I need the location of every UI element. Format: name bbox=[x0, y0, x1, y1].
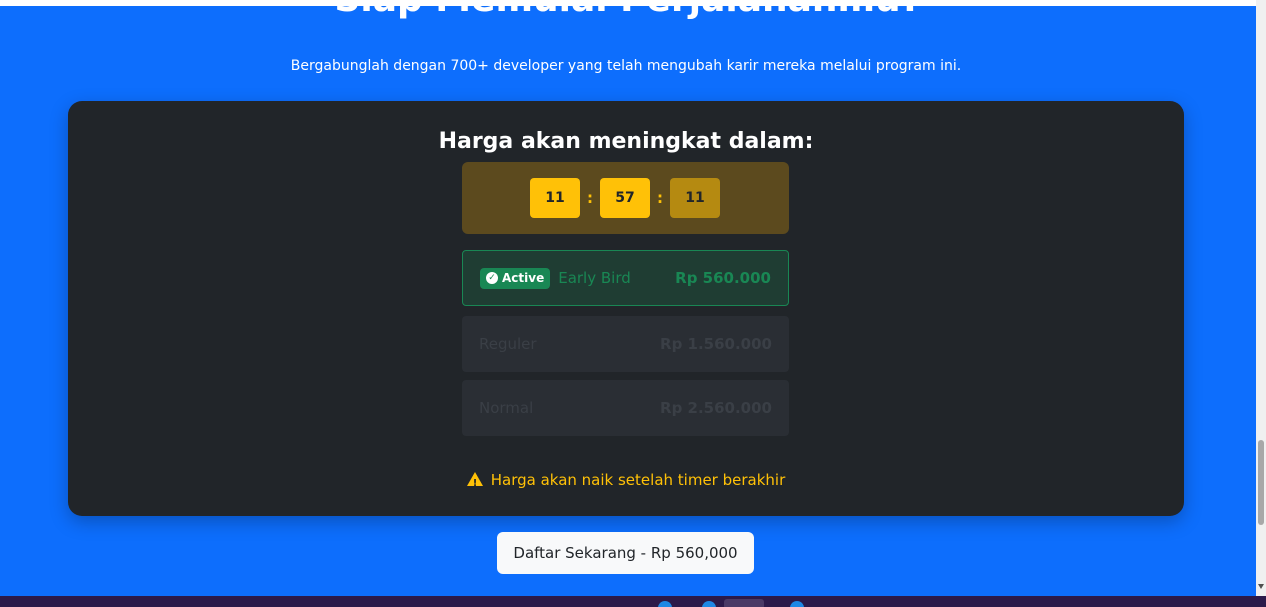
taskbar-app-icon[interactable] bbox=[724, 599, 764, 607]
timer-minutes: 57 bbox=[600, 178, 650, 218]
tier-price: Rp 2.560.000 bbox=[660, 399, 772, 417]
taskbar-app-icon[interactable] bbox=[702, 601, 716, 607]
timer-separator: : bbox=[587, 189, 593, 207]
tier-reguler: Reguler Rp 1.560.000 bbox=[462, 316, 789, 372]
taskbar-app-icon[interactable] bbox=[658, 601, 672, 607]
tier-name: Normal bbox=[479, 399, 534, 417]
tier-name: Early Bird bbox=[558, 269, 631, 287]
hero-subtitle: Bergabunglah dengan 700+ developer yang … bbox=[290, 58, 962, 74]
scrollbar-thumb[interactable] bbox=[1258, 440, 1264, 525]
taskbar-app-icon[interactable] bbox=[790, 601, 804, 607]
tier-price: Rp 560.000 bbox=[675, 269, 771, 287]
hero-title: Siap Memulai Perjalananmu? bbox=[0, 0, 1256, 22]
tier-early-bird: ✓ Active Early Bird Rp 560.000 bbox=[462, 250, 789, 306]
check-circle-icon: ✓ bbox=[486, 272, 498, 284]
timer-seconds: 11 bbox=[670, 178, 720, 218]
active-badge: ✓ Active bbox=[480, 267, 551, 289]
active-badge-label: Active bbox=[502, 271, 545, 285]
os-taskbar bbox=[0, 596, 1266, 607]
countdown-heading: Harga akan meningkat dalam: bbox=[438, 129, 814, 154]
scroll-down-arrow-icon[interactable] bbox=[1258, 584, 1264, 589]
register-now-button[interactable]: Daftar Sekarang - Rp 560,000 bbox=[497, 532, 754, 574]
pricing-card: Harga akan meningkat dalam: 11 : 57 : 11… bbox=[68, 101, 1184, 516]
tier-normal: Normal Rp 2.560.000 bbox=[462, 380, 789, 436]
countdown-timer: 11 : 57 : 11 bbox=[462, 162, 789, 234]
price-warning-text: Harga akan naik setelah timer berakhir bbox=[490, 471, 786, 489]
tier-price: Rp 1.560.000 bbox=[660, 335, 772, 353]
warning-triangle-icon bbox=[466, 472, 483, 494]
tier-name: Reguler bbox=[479, 335, 537, 353]
page-scrollbar[interactable] bbox=[1256, 0, 1266, 596]
timer-separator: : bbox=[657, 189, 663, 207]
timer-hours: 11 bbox=[530, 178, 580, 218]
price-warning: Harga akan naik setelah timer berakhir bbox=[68, 470, 1184, 494]
